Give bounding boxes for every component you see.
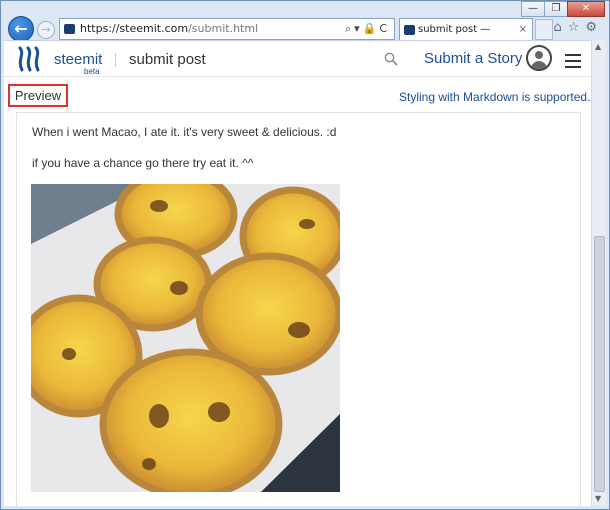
hamburger-menu-icon[interactable] <box>565 54 581 72</box>
steemit-logo-icon[interactable] <box>16 46 44 72</box>
scroll-up-icon[interactable]: ▲ <box>595 42 601 51</box>
page-viewport: steemit beta submit post Submit a Story … <box>4 40 591 506</box>
home-favorites-settings-icons[interactable]: ⌂☆⚙ <box>553 20 603 35</box>
brand-name[interactable]: steemit <box>54 51 102 68</box>
site-header: steemit beta submit post Submit a Story <box>4 41 591 77</box>
tab-close-icon[interactable]: × <box>519 19 527 40</box>
address-tools-icon[interactable]: ⌕▾🔒C <box>345 19 390 39</box>
new-tab-button[interactable] <box>535 19 553 40</box>
header-divider <box>115 53 116 67</box>
markdown-support-link[interactable]: Styling with Markdown is supported. <box>399 90 590 104</box>
search-icon[interactable] <box>384 52 398 66</box>
vertical-scrollbar[interactable]: ▲ ▼ <box>591 40 606 506</box>
post-preview: When i went Macao, I ate it. it's very s… <box>16 112 581 506</box>
scroll-down-icon[interactable]: ▼ <box>595 494 601 503</box>
preview-label: Preview <box>8 84 68 107</box>
back-button[interactable]: ← <box>8 16 34 42</box>
url-domain: https://steemit.com <box>80 22 189 35</box>
forward-button[interactable]: → <box>37 21 55 39</box>
submit-story-link[interactable]: Submit a Story <box>424 50 522 67</box>
url-path: /submit.html <box>188 22 259 35</box>
user-avatar-icon[interactable] <box>526 45 552 71</box>
scrollbar-thumb[interactable] <box>594 236 605 492</box>
browser-nav-bar: ← → https://steemit.com/submit.html ⌕▾🔒C… <box>5 15 605 56</box>
browser-tab[interactable]: submit post — Steemit × <box>399 18 533 56</box>
brand-beta: beta <box>84 67 100 76</box>
post-paragraph-2: if you have a chance go there try eat it… <box>32 156 254 170</box>
address-bar[interactable]: https://steemit.com/submit.html ⌕▾🔒C <box>59 18 395 40</box>
favicon-icon <box>64 24 75 34</box>
tab-favicon-icon <box>404 25 415 35</box>
page-title: submit post <box>129 51 206 68</box>
egg-tarts-photo <box>31 184 340 492</box>
post-paragraph-1: When i went Macao, I ate it. it's very s… <box>32 125 337 139</box>
